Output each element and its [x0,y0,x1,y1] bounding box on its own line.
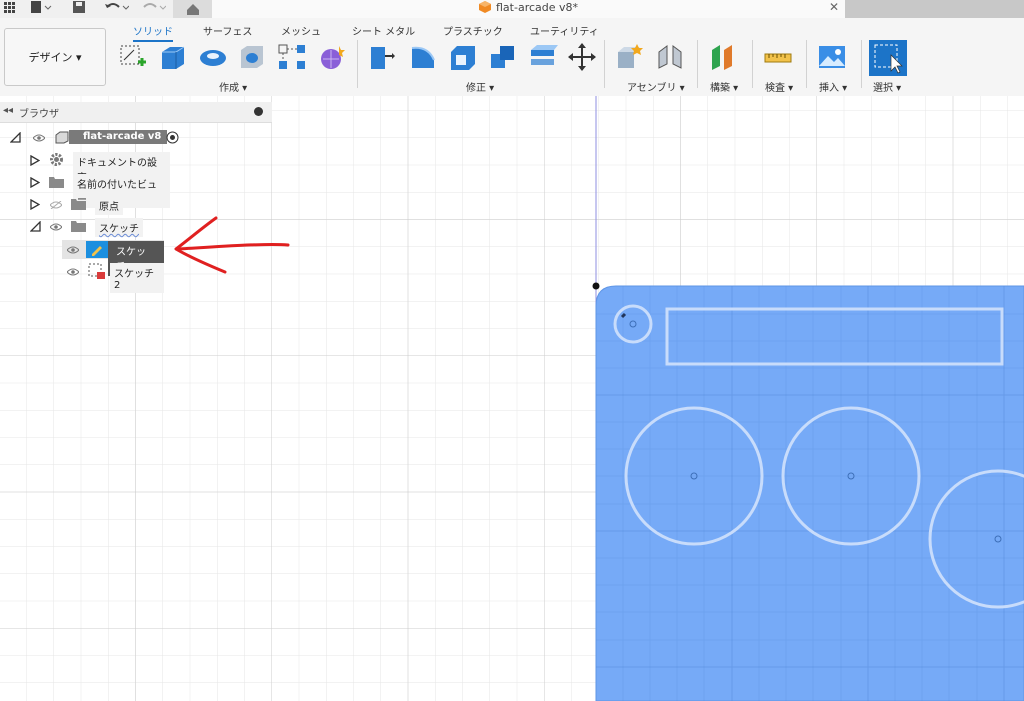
folder-icon [49,177,64,188]
group-assembly-label[interactable]: アセンブリ ▾ [627,79,685,94]
document-icon [479,1,491,13]
app-grid-icon[interactable] [4,0,16,18]
browser-item-document-settings[interactable]: ドキュメントの設定 [0,151,170,186]
browser-title: ブラウザ [19,109,59,120]
home-icon [187,4,199,15]
collapsed-triangle-icon[interactable] [30,155,40,166]
file-menu-icon[interactable] [30,0,52,18]
hidden-eye-icon[interactable] [50,201,62,209]
visibility-eye-icon[interactable] [33,134,45,142]
tab-surface[interactable]: サーフェス [203,23,252,38]
offset-face-icon[interactable] [528,42,558,72]
pattern-icon[interactable] [277,42,307,72]
component-icon [55,131,69,144]
toolbar-separator [697,40,698,88]
select-icon [874,44,903,74]
visibility-eye-icon[interactable] [67,268,79,276]
sketch-locked-icon [88,263,105,279]
hole-icon[interactable] [237,42,267,72]
toolbar-separator [752,40,753,88]
workspace-label: デザイン ▾ [28,51,82,64]
tab-utility[interactable]: ユーティリティ [530,23,599,38]
browser-item-named-views[interactable]: 名前の付いたビュー [0,173,170,208]
expanded-triangle-icon[interactable] [10,132,21,143]
tab-sheet-metal[interactable]: シート メタル [352,23,415,38]
tab-plastic[interactable]: プラスチック [443,23,503,38]
new-component-icon[interactable] [615,42,645,72]
collapse-panel-icon[interactable]: ◂◂ [3,105,13,116]
origin-point[interactable] [592,282,600,290]
offset-plane-icon[interactable] [708,42,738,72]
insert-image-icon[interactable] [817,42,847,72]
group-select-label[interactable]: 選択 ▾ [873,79,901,94]
extrude-icon[interactable] [158,42,188,72]
expanded-triangle-icon[interactable] [30,221,41,232]
browser-item-sketches[interactable]: スケッチ [0,217,170,237]
group-inspect-label[interactable]: 検査 ▾ [765,79,793,94]
toolbar-separator [861,40,862,88]
collapsed-triangle-icon[interactable] [30,199,40,210]
create-sketch-icon[interactable] [118,42,148,72]
browser-item-sketch1[interactable]: スケッチ1 [62,240,164,276]
create-form-icon[interactable] [317,42,347,72]
fillet-icon[interactable] [408,42,438,72]
active-radio-icon[interactable] [166,131,179,144]
browser-pin-icon[interactable] [254,107,263,116]
combine-icon[interactable] [488,42,518,72]
browser-item-label: スケッチ [95,218,143,237]
toolbar-separator [604,40,605,88]
root-component-label[interactable]: flat-arcade v8 [69,130,168,144]
group-insert-label[interactable]: 挿入 ▾ [819,79,847,94]
browser-root-row[interactable]: flat-arcade v8 [0,128,190,147]
redo-icon[interactable] [140,0,167,18]
workspace-switcher[interactable]: デザイン ▾ [4,28,106,86]
move-icon[interactable] [567,42,597,72]
joint-icon[interactable] [655,42,685,72]
browser-item-sketch2[interactable]: スケッチ2 [62,262,164,293]
revolve-icon[interactable] [198,42,228,72]
group-modify-label[interactable]: 修正 ▾ [466,79,494,94]
toolbar-separator [806,40,807,88]
press-pull-icon[interactable] [368,42,398,72]
document-title: flat-arcade v8* [496,1,579,14]
close-tab-icon[interactable]: ✕ [829,0,839,14]
browser-item-label: スケッチ2 [110,263,164,293]
undo-icon[interactable] [103,0,130,18]
browser-item-origin[interactable]: 原点 [0,195,170,215]
visibility-eye-icon[interactable] [67,246,79,254]
measure-icon[interactable] [763,42,793,72]
shell-icon[interactable] [448,42,478,72]
browser-header[interactable]: ◂◂ ブラウザ [0,102,272,123]
visibility-eye-icon[interactable] [50,223,62,231]
folder-icon [71,199,86,210]
collapsed-triangle-icon[interactable] [30,177,40,188]
home-button[interactable] [173,0,213,18]
tab-bar-empty-area [845,0,1024,18]
annotation-arrow [174,216,290,274]
folder-icon [71,221,86,232]
group-construct-label[interactable]: 構築 ▾ [710,79,738,94]
tab-solid[interactable]: ソリッド [133,23,173,42]
browser-item-label: 原点 [95,196,123,215]
sketch-active-icon [86,241,108,258]
tab-mesh[interactable]: メッシュ [281,23,321,38]
select-tool-button[interactable] [869,40,907,76]
sketch-marker [620,312,627,319]
save-icon[interactable] [72,0,86,18]
group-create-label[interactable]: 作成 ▾ [219,79,247,94]
toolbar-separator [357,40,358,88]
toolbar: デザイン ▾ ソリッド サーフェス メッシュ シート メタル プラスチック ユー… [0,18,1024,97]
gear-icon [50,153,63,166]
